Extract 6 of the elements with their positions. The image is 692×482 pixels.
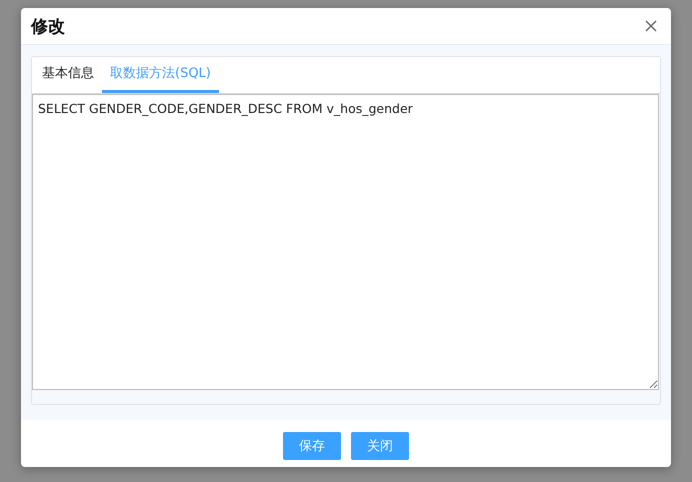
save-button[interactable]: 保存 [283,432,341,460]
close-button[interactable]: 关闭 [351,432,409,460]
tab[interactable]: 基本信息 [34,57,102,93]
close-icon[interactable] [645,20,657,32]
dialog-title: 修改 [31,16,65,38]
sql-field[interactable]: SELECT GENDER_CODE,GENDER_DESC FROM v_hos_gender [32,94,659,390]
